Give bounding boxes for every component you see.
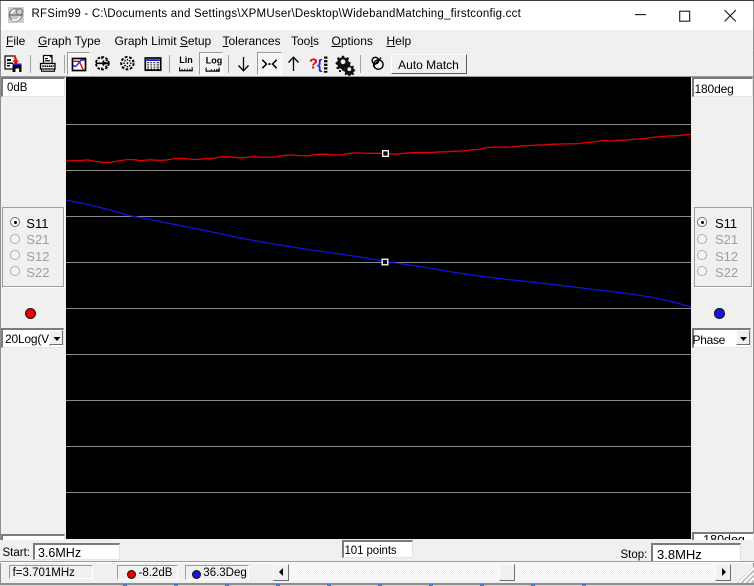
- svg-text:{: {: [317, 56, 323, 72]
- svg-text:Log: Log: [206, 56, 223, 66]
- svg-text:Lin: Lin: [179, 55, 193, 65]
